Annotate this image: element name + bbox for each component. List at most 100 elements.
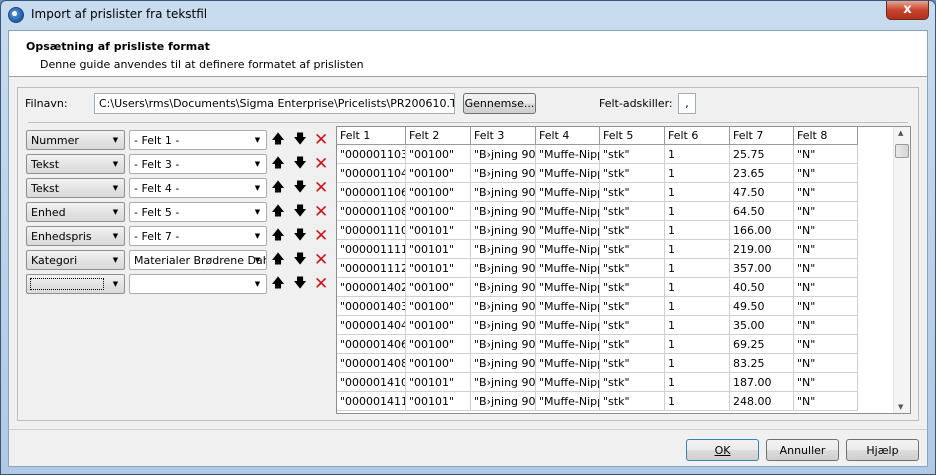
source-field-select[interactable]: - Felt 1 - ▼ [129,130,267,150]
field-type-select[interactable]: Kategori ▼ [26,250,125,270]
delete-icon[interactable]: ✕ [314,276,328,293]
field-type-select[interactable]: Enhedspris ▼ [26,226,125,246]
arrow-down-icon[interactable]: 🡇 [293,204,307,220]
column-header[interactable]: Felt 5 [600,127,665,145]
table-cell: 64.50 [730,202,794,221]
arrow-down-icon[interactable]: 🡇 [293,156,307,172]
table-row[interactable]: "000001108""00100""B›jning 90gr"Muffe-Ni… [337,202,858,221]
source-field-select[interactable]: - Felt 7 - ▼ [129,226,267,246]
chevron-down-icon[interactable]: ▼ [107,179,124,197]
field-type-select[interactable]: Tekst ▼ [26,154,125,174]
field-type-select[interactable]: Enhed ▼ [26,202,125,222]
mapping-row: ▼ ▼ 🡅 🡇 ✕ [26,274,328,296]
field-type-select[interactable]: ▼ [26,274,125,294]
column-header[interactable]: Felt 4 [536,127,600,145]
table-row[interactable]: "000001406""00100""B›jning 90gr"Muffe-Ni… [337,335,858,354]
ok-button[interactable]: OK [686,439,759,461]
chevron-down-icon[interactable]: ▼ [249,179,266,197]
close-button[interactable]: x [886,1,929,20]
table-row[interactable]: "000001404""00100""B›jning 90gr"Muffe-Ni… [337,316,858,335]
filename-field[interactable]: C:\Users\rms\Documents\Sigma Enterprise\… [94,93,455,114]
chevron-down-icon[interactable]: ▼ [107,131,124,149]
table-cell: 187.00 [730,373,794,392]
delete-icon[interactable]: ✕ [314,228,328,245]
chevron-down-icon[interactable]: ▼ [107,155,124,173]
delete-icon[interactable]: ✕ [314,156,328,173]
table-row[interactable]: "000001402""00100""B›jning 90gr"Muffe-Ni… [337,278,858,297]
arrow-up-icon[interactable]: 🡅 [271,180,285,196]
delete-icon[interactable]: ✕ [314,204,328,221]
chevron-down-icon[interactable]: ▼ [249,227,266,245]
title-bar[interactable]: Import af prislister fra tekstfil x [1,1,935,29]
column-header[interactable]: Felt 6 [665,127,730,145]
arrow-up-icon[interactable]: 🡅 [271,276,285,292]
source-field-select[interactable]: - Felt 3 - ▼ [129,154,267,174]
chevron-down-icon[interactable]: ▼ [107,203,124,221]
table-row[interactable]: "000001408""00100""B›jning 90gr"Muffe-Ni… [337,354,858,373]
chevron-down-icon[interactable]: ▼ [249,155,266,173]
arrow-up-icon[interactable]: 🡅 [271,252,285,268]
table-row[interactable]: "000001403""00100""B›jning 90gr"Muffe-Ni… [337,297,858,316]
cancel-button[interactable]: Annuller [766,439,839,461]
column-header[interactable]: Felt 2 [406,127,471,145]
source-field-select[interactable]: - Felt 4 - ▼ [129,178,267,198]
table-row[interactable]: "000001112""00101""B›jning 90gr"Muffe-Ni… [337,259,858,278]
table-row[interactable]: "000001104""00100""B›jning 90gr"Muffe-Ni… [337,164,858,183]
chevron-down-icon[interactable]: ▼ [107,251,124,269]
scroll-down-icon[interactable]: ▼ [898,403,903,411]
table-cell: "N" [794,259,858,278]
chevron-down-icon[interactable]: ▼ [107,275,124,293]
scroll-thumb[interactable] [895,144,909,158]
table-cell: "N" [794,335,858,354]
source-field-select[interactable]: Materialer Brødrene Dah ▼ [129,250,267,270]
column-header[interactable]: Felt 1 [337,127,406,145]
table-row[interactable]: "000001103""00100""B›jning 90gr"Muffe-Ni… [337,145,858,164]
chevron-down-icon[interactable]: ▼ [107,227,124,245]
browse-button[interactable]: Gennemse... [463,93,536,114]
column-header[interactable]: Felt 3 [471,127,536,145]
arrow-down-icon[interactable]: 🡇 [293,276,307,292]
field-type-select[interactable]: Nummer ▼ [26,130,125,150]
table-row[interactable]: "000001111""00101""B›jning 90gr"Muffe-Ni… [337,240,858,259]
table-row[interactable]: "000001110""00101""B›jning 90gr"Muffe-Ni… [337,221,858,240]
preview-grid[interactable]: Felt 1 Felt 2 Felt 3 Felt 4 Felt 5 Felt 6 Felt… [336,126,911,414]
vertical-scrollbar[interactable]: ▲ ▼ [893,127,910,413]
delete-icon[interactable]: ✕ [314,252,328,269]
chevron-down-icon[interactable]: ▼ [249,203,266,221]
table-cell: "Muffe-Nippe [536,202,600,221]
arrow-up-icon[interactable]: 🡅 [271,132,285,148]
separator-field[interactable]: , [678,93,696,114]
table-cell: "stk" [600,183,665,202]
arrow-down-icon[interactable]: 🡇 [293,252,307,268]
table-cell: 1 [665,335,730,354]
arrow-up-icon[interactable]: 🡅 [271,228,285,244]
help-button[interactable]: Hjælp [846,439,919,461]
arrow-down-icon[interactable]: 🡇 [293,180,307,196]
chevron-down-icon[interactable]: ▼ [249,251,266,269]
table-cell: "000001104" [337,164,406,183]
column-header[interactable]: Felt 7 [730,127,794,145]
source-field-select[interactable]: - Felt 5 - ▼ [129,202,267,222]
arrow-down-icon[interactable]: 🡇 [293,132,307,148]
table-row[interactable]: "000001410""00101""B›jning 90gr"Muffe-Ni… [337,373,858,392]
source-field-value: - Felt 4 - [134,182,180,195]
arrow-down-icon[interactable]: 🡇 [293,228,307,244]
delete-icon[interactable]: ✕ [314,180,328,197]
table-row[interactable]: "000001106""00100""B›jning 90gr"Muffe-Ni… [337,183,858,202]
field-type-value: Enhed [31,206,66,219]
arrow-up-icon[interactable]: 🡅 [271,204,285,220]
table-cell: "B›jning 90gr [471,259,536,278]
source-field-select[interactable]: ▼ [129,274,267,294]
table-cell: "00100" [406,202,471,221]
field-type-select[interactable]: Tekst ▼ [26,178,125,198]
scroll-up-icon[interactable]: ▲ [898,129,903,137]
table-cell: "000001410" [337,373,406,392]
table-cell: "N" [794,354,858,373]
table-cell: 166.00 [730,221,794,240]
chevron-down-icon[interactable]: ▼ [249,131,266,149]
table-row[interactable]: "000001411""00101""B›jning 90gr"Muffe-Ni… [337,392,858,411]
arrow-up-icon[interactable]: 🡅 [271,156,285,172]
delete-icon[interactable]: ✕ [314,132,328,149]
chevron-down-icon[interactable]: ▼ [249,275,266,293]
column-header[interactable]: Felt 8 [794,127,858,145]
